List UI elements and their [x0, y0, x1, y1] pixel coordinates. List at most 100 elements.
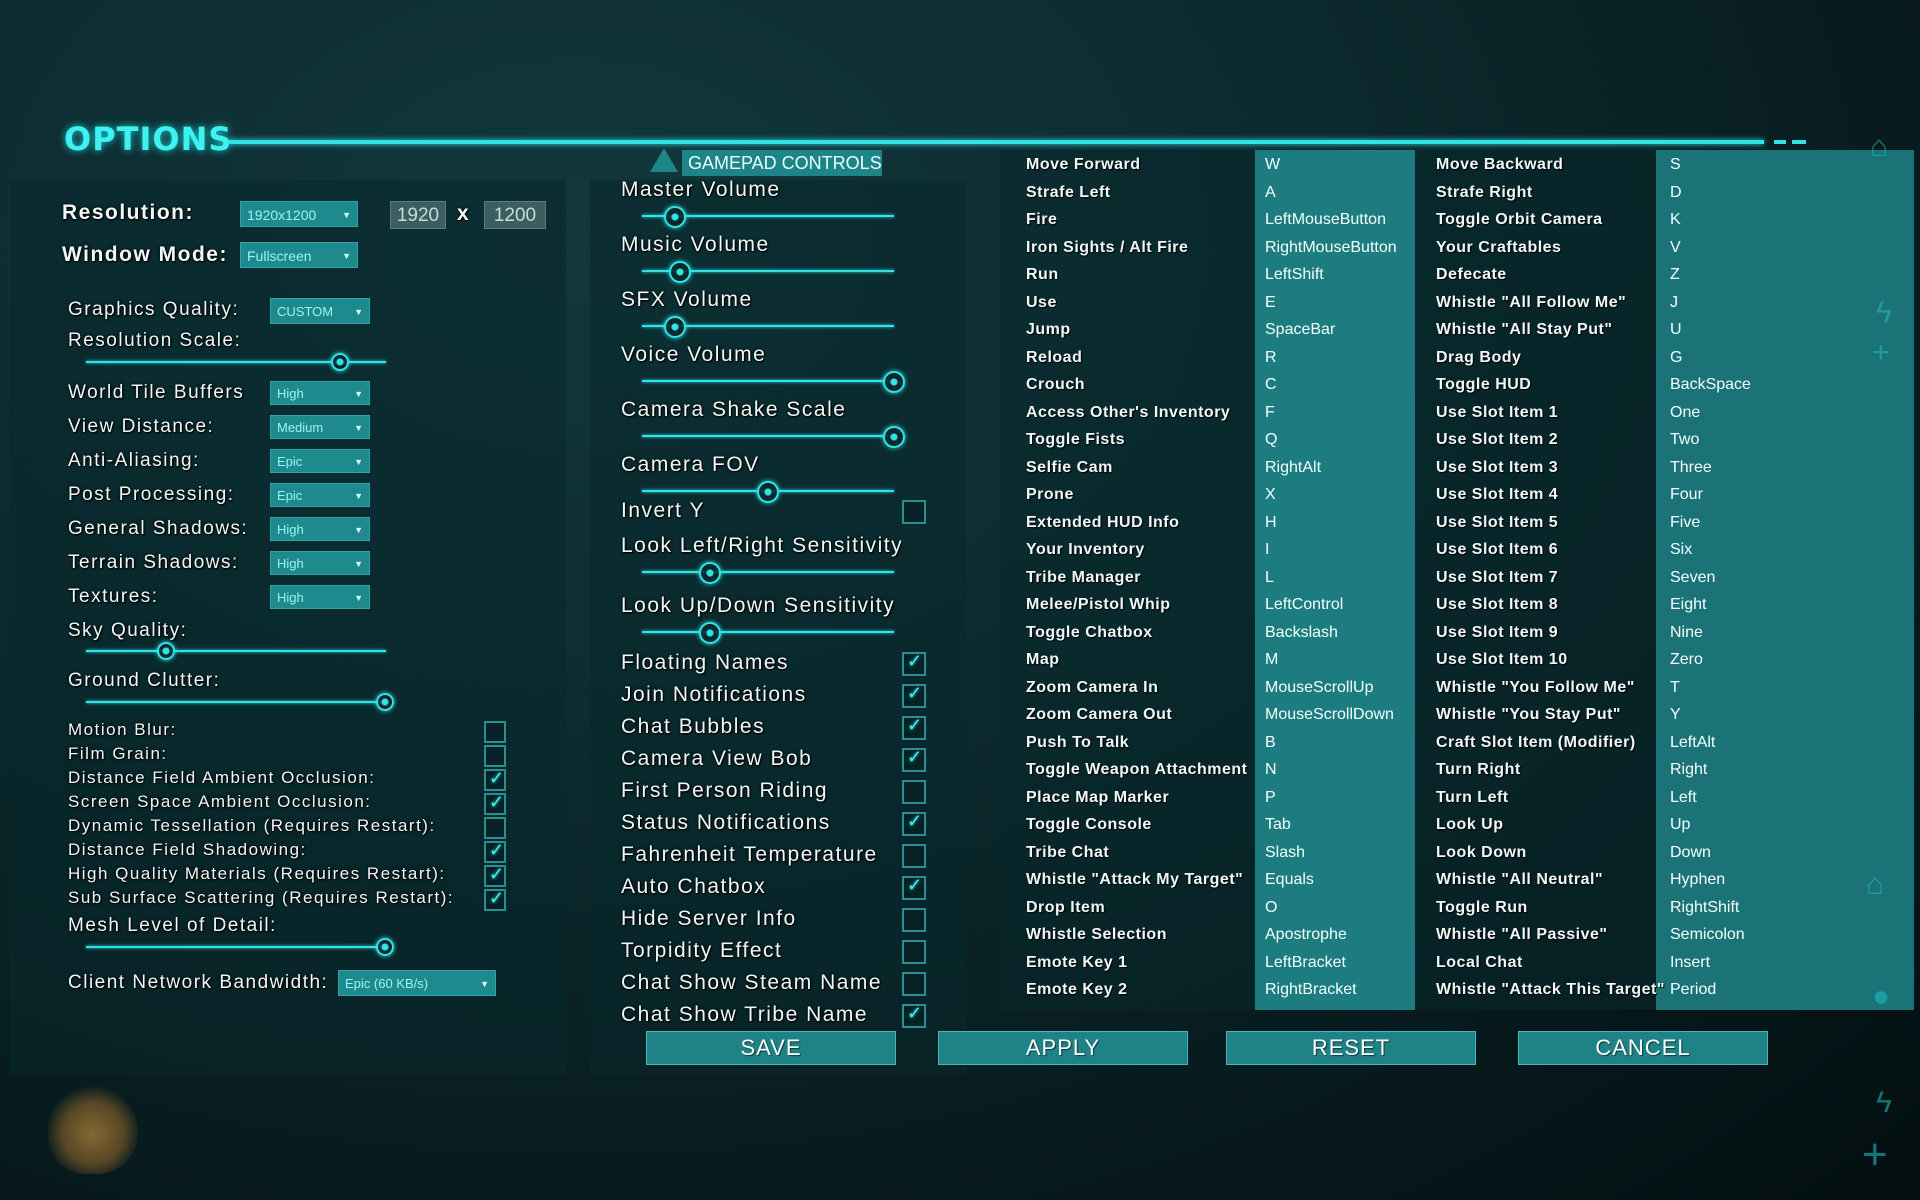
- keybind-key[interactable]: LeftMouseButton: [1265, 211, 1386, 229]
- keybind-key[interactable]: Hyphen: [1670, 871, 1725, 889]
- keybind-key[interactable]: Eight: [1670, 596, 1706, 614]
- graphics-setting-dropdown[interactable]: High ▼: [270, 585, 370, 609]
- slider-knob[interactable]: [883, 426, 905, 448]
- keybind-key[interactable]: Apostrophe: [1265, 926, 1347, 944]
- gameplay-option-checkbox[interactable]: [902, 780, 926, 804]
- keybind-key[interactable]: S: [1670, 156, 1681, 174]
- keybind-key[interactable]: SpaceBar: [1265, 321, 1335, 339]
- gameplay-option-checkbox[interactable]: [902, 844, 926, 868]
- keybind-key[interactable]: MouseScrollUp: [1265, 679, 1373, 697]
- invert-y-checkbox[interactable]: [902, 500, 926, 524]
- keybind-key[interactable]: Zero: [1670, 651, 1703, 669]
- keybind-key[interactable]: One: [1670, 404, 1700, 422]
- resolution-scale-slider[interactable]: [86, 352, 386, 372]
- keybind-key[interactable]: E: [1265, 294, 1276, 312]
- keybind-key[interactable]: Six: [1670, 541, 1692, 559]
- graphics-toggle-checkbox[interactable]: ✓: [484, 792, 506, 815]
- keybind-key[interactable]: K: [1670, 211, 1681, 229]
- resolution-width-input[interactable]: 1920: [390, 201, 446, 229]
- gameplay-option-checkbox[interactable]: ✓: [902, 651, 926, 676]
- keybind-key[interactable]: H: [1265, 514, 1277, 532]
- mesh-lod-slider[interactable]: [86, 937, 394, 957]
- keybind-key[interactable]: RightMouseButton: [1265, 239, 1397, 257]
- keybind-key[interactable]: Right: [1670, 761, 1707, 779]
- graphics-toggle-checkbox[interactable]: [484, 817, 506, 839]
- audio-slider[interactable]: [642, 315, 894, 338]
- keybind-key[interactable]: J: [1670, 294, 1678, 312]
- graphics-toggle-checkbox[interactable]: [484, 721, 506, 743]
- slider-knob[interactable]: [157, 642, 175, 660]
- slider-knob[interactable]: [699, 562, 722, 584]
- graphics-toggle-checkbox[interactable]: ✓: [484, 840, 506, 863]
- keybind-key[interactable]: Period: [1670, 981, 1716, 999]
- gameplay-option-checkbox[interactable]: [902, 972, 926, 996]
- keybind-key[interactable]: M: [1265, 651, 1278, 669]
- reset-button[interactable]: RESET: [1226, 1031, 1476, 1065]
- keybind-key[interactable]: Left: [1670, 789, 1697, 807]
- graphics-toggle-checkbox[interactable]: ✓: [484, 864, 506, 887]
- keybind-key[interactable]: L: [1265, 569, 1274, 587]
- keybind-key[interactable]: Insert: [1670, 954, 1710, 972]
- keybind-key[interactable]: R: [1265, 349, 1277, 367]
- keybind-key[interactable]: LeftBracket: [1265, 954, 1346, 972]
- sky-quality-slider[interactable]: [86, 641, 386, 661]
- keybind-key[interactable]: W: [1265, 156, 1280, 174]
- slider-knob[interactable]: [331, 353, 349, 371]
- keybind-key[interactable]: Seven: [1670, 569, 1715, 587]
- sensitivity-slider[interactable]: [642, 621, 894, 644]
- graphics-setting-dropdown[interactable]: Medium ▼: [270, 415, 370, 439]
- keybind-key[interactable]: RightShift: [1670, 899, 1739, 917]
- slider-knob[interactable]: [376, 693, 394, 711]
- keybind-key[interactable]: Slash: [1265, 844, 1305, 862]
- keybind-key[interactable]: C: [1265, 376, 1277, 394]
- keybind-key[interactable]: BackSpace: [1670, 376, 1751, 394]
- keybind-key[interactable]: V: [1670, 239, 1681, 257]
- audio-slider[interactable]: [642, 260, 894, 283]
- bandwidth-dropdown[interactable]: Epic (60 KB/s) ▼: [338, 970, 496, 996]
- keybind-key[interactable]: Backslash: [1265, 624, 1338, 642]
- keybind-key[interactable]: Five: [1670, 514, 1700, 532]
- gameplay-option-checkbox[interactable]: ✓: [902, 1003, 926, 1028]
- graphics-setting-dropdown[interactable]: Epic ▼: [270, 449, 370, 473]
- keybind-key[interactable]: F: [1265, 404, 1275, 422]
- gameplay-option-checkbox[interactable]: ✓: [902, 811, 926, 836]
- audio-slider[interactable]: [642, 370, 905, 393]
- window-mode-dropdown[interactable]: Fullscreen ▼: [240, 242, 358, 268]
- gameplay-option-checkbox[interactable]: ✓: [902, 715, 926, 740]
- gameplay-option-checkbox[interactable]: ✓: [902, 875, 926, 900]
- graphics-setting-dropdown[interactable]: High ▼: [270, 381, 370, 405]
- keybind-key[interactable]: Tab: [1265, 816, 1291, 834]
- keybind-key[interactable]: LeftShift: [1265, 266, 1324, 284]
- sensitivity-slider[interactable]: [642, 561, 894, 584]
- gameplay-option-checkbox[interactable]: [902, 940, 926, 964]
- keybind-key[interactable]: B: [1265, 734, 1276, 752]
- keybind-key[interactable]: Down: [1670, 844, 1711, 862]
- keybind-key[interactable]: Up: [1670, 816, 1690, 834]
- graphics-toggle-checkbox[interactable]: [484, 745, 506, 767]
- keybind-key[interactable]: Q: [1265, 431, 1277, 449]
- ground-clutter-slider[interactable]: [86, 692, 394, 712]
- keybind-key[interactable]: RightAlt: [1265, 459, 1321, 477]
- keybind-key[interactable]: D: [1670, 184, 1682, 202]
- keybind-key[interactable]: RightBracket: [1265, 981, 1357, 999]
- keybind-key[interactable]: Three: [1670, 459, 1712, 477]
- graphics-quality-dropdown[interactable]: CUSTOM ▼: [270, 298, 370, 324]
- gamepad-controls-tab[interactable]: GAMEPAD CONTROLS: [682, 150, 882, 176]
- graphics-setting-dropdown[interactable]: High ▼: [270, 551, 370, 575]
- keybind-key[interactable]: Four: [1670, 486, 1703, 504]
- slider-knob[interactable]: [883, 371, 905, 393]
- graphics-setting-dropdown[interactable]: Epic ▼: [270, 483, 370, 507]
- graphics-setting-dropdown[interactable]: High ▼: [270, 517, 370, 541]
- resolution-dropdown[interactable]: 1920x1200 ▼: [240, 201, 358, 227]
- slider-knob[interactable]: [663, 206, 686, 228]
- slider-knob[interactable]: [757, 481, 779, 503]
- keybind-key[interactable]: T: [1670, 679, 1680, 697]
- keybind-key[interactable]: MouseScrollDown: [1265, 706, 1394, 724]
- keybind-key[interactable]: G: [1670, 349, 1682, 367]
- keybind-key[interactable]: Two: [1670, 431, 1699, 449]
- keybind-key[interactable]: I: [1265, 541, 1269, 559]
- graphics-toggle-checkbox[interactable]: ✓: [484, 768, 506, 791]
- keybind-key[interactable]: N: [1265, 761, 1277, 779]
- slider-knob[interactable]: [668, 261, 691, 283]
- gameplay-option-checkbox[interactable]: ✓: [902, 683, 926, 708]
